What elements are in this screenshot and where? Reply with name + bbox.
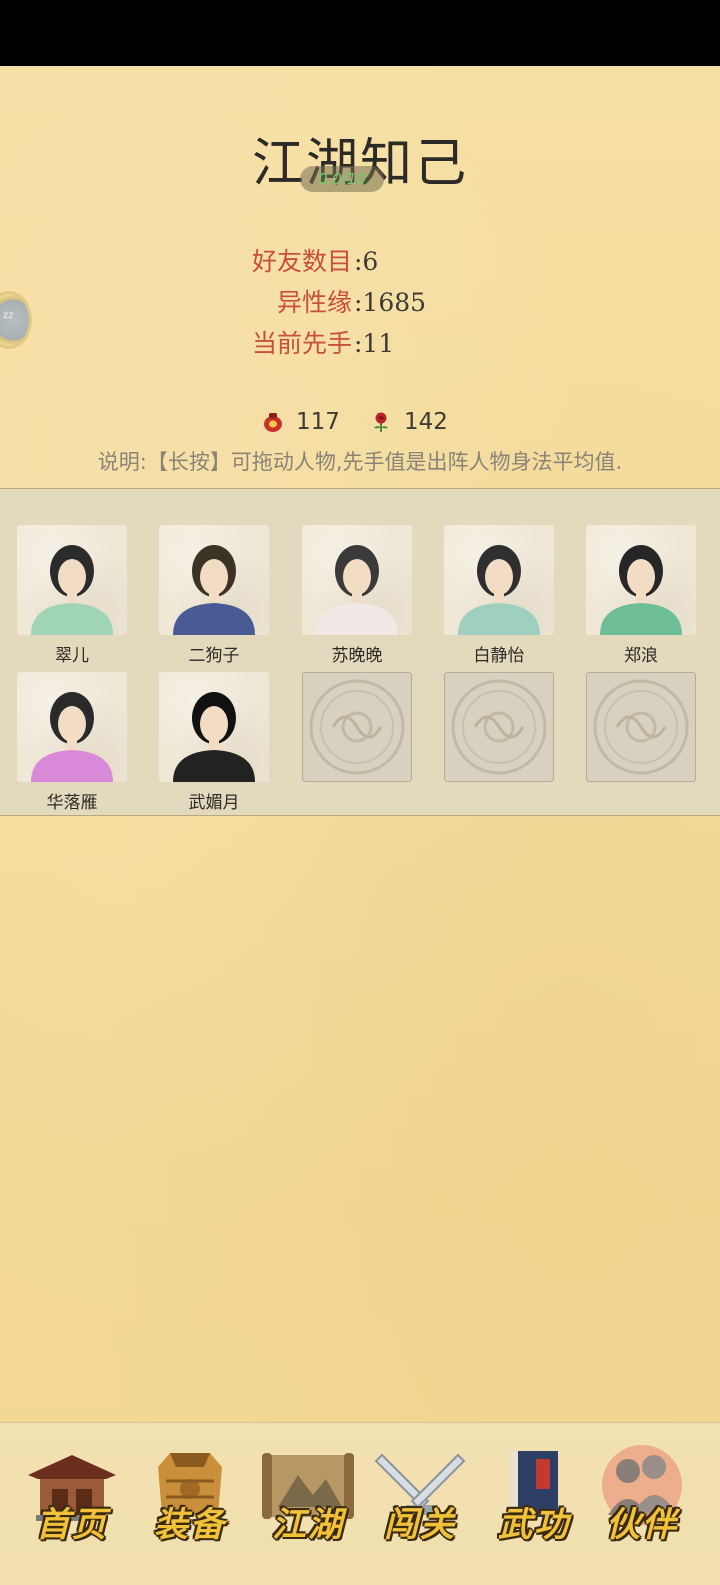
wine-jar-icon (262, 411, 284, 433)
stat-label: 异性缘 (276, 288, 352, 317)
companion-portrait (302, 525, 412, 635)
nav-martial-arts[interactable]: 武功 (484, 1445, 584, 1555)
portrait-figure-icon (458, 545, 540, 635)
companions-page: 江湖知己 0.0/10 zz 好友数目 :6 异性缘 :1685 当前先手 :1… (0, 66, 720, 1585)
companion-portrait (17, 525, 127, 635)
stat-value: :1685 (354, 288, 427, 317)
stat-value: :11 (354, 329, 395, 358)
companion-name: 翠儿 (55, 646, 89, 666)
empty-companion-slot[interactable] (302, 672, 412, 782)
rose-count: 142 (404, 409, 448, 435)
ornament-medallion-icon (593, 679, 689, 775)
nav-companions[interactable]: 伙伴 (592, 1445, 692, 1555)
ornament-medallion-icon (309, 679, 405, 775)
companion-card[interactable]: 翠儿 (17, 525, 127, 666)
wine-count: 117 (296, 409, 340, 435)
ornament-medallion-icon (451, 679, 547, 775)
status-bar (0, 0, 720, 66)
nav-equipment[interactable]: 装备 (140, 1445, 240, 1555)
companion-name: 苏晚晚 (331, 646, 383, 666)
nav-challenge[interactable]: 闯关 (370, 1445, 470, 1555)
companion-card[interactable]: 郑浪 (586, 525, 696, 666)
currency-bar: 117 142 (0, 404, 720, 440)
companion-portrait (444, 525, 554, 635)
portrait-figure-icon (31, 545, 113, 635)
stat-charm: 异性缘 :1685 (0, 283, 426, 323)
companion-name: 二狗子 (188, 646, 240, 666)
companion-name: 白静怡 (473, 646, 525, 666)
companion-portrait (159, 525, 269, 635)
companion-name: 郑浪 (624, 646, 658, 666)
stat-label: 当前先手 (251, 329, 352, 358)
stat-value: :6 (354, 247, 379, 276)
portrait-figure-icon (316, 545, 398, 635)
rose-currency: 142 (370, 404, 448, 440)
companion-name: 华落雁 (46, 793, 98, 813)
companion-portrait (586, 525, 696, 635)
nav-jianghu-label: 江湖 (272, 1505, 344, 1545)
empty-companion-slot[interactable] (586, 672, 696, 782)
companion-card[interactable]: 二狗子 (159, 525, 269, 666)
portrait-figure-icon (173, 545, 255, 635)
companion-grid: 翠儿 二狗子 苏晚晚 白静怡 郑浪华落雁 武媚月 (0, 488, 720, 816)
companion-card[interactable]: 武媚月 (159, 672, 269, 813)
companion-portrait (17, 672, 127, 782)
stat-friend-count: 好友数目 :6 (0, 242, 378, 282)
empty-companion-slot[interactable] (444, 672, 554, 782)
nav-home-label: 首页 (36, 1505, 108, 1545)
nav-equipment-label: 装备 (154, 1505, 226, 1545)
wine-currency: 117 (262, 404, 340, 440)
companion-card[interactable]: 华落雁 (17, 672, 127, 813)
bottom-nav: 首页 装备 江湖 闯关 武功 伙伴 (0, 1422, 720, 1585)
companion-name: 武媚月 (188, 793, 240, 813)
portrait-figure-icon (31, 692, 113, 782)
nav-challenge-label: 闯关 (384, 1505, 456, 1545)
portrait-figure-icon (173, 692, 255, 782)
companion-card[interactable]: 苏晚晚 (302, 525, 412, 666)
stat-label: 好友数目 (251, 247, 352, 276)
nav-companions-label: 伙伴 (606, 1505, 678, 1545)
nav-home[interactable]: 首页 (22, 1445, 122, 1555)
stat-initiative: 当前先手 :11 (0, 324, 394, 364)
companion-portrait (159, 672, 269, 782)
rose-icon (370, 411, 392, 433)
companion-card[interactable]: 白静怡 (444, 525, 554, 666)
portrait-figure-icon (600, 545, 682, 635)
hint-text: 说明:【长按】可拖动人物,先手值是出阵人物身法平均值. (97, 450, 623, 474)
title-badge: 0.0/10 (300, 166, 384, 192)
nav-martial-arts-label: 武功 (498, 1505, 570, 1545)
nav-jianghu[interactable]: 江湖 (258, 1445, 358, 1555)
